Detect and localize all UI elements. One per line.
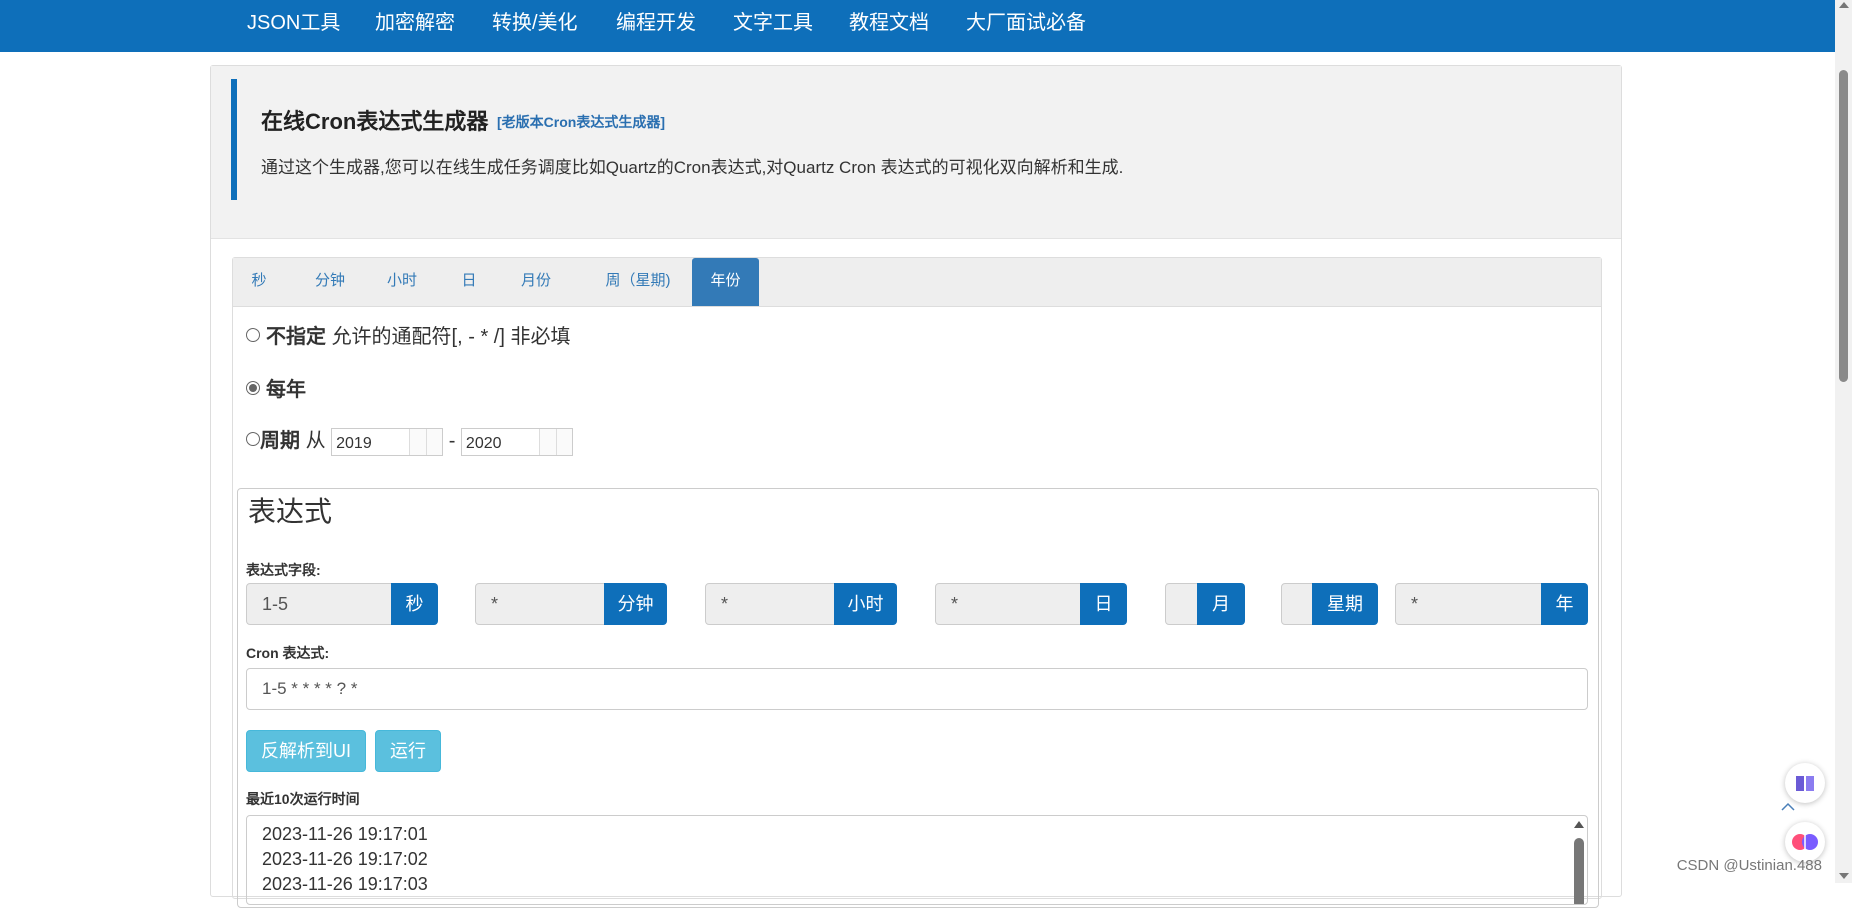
tab-month[interactable]: 月份	[509, 258, 563, 306]
period-from-input[interactable]: 2019	[331, 427, 444, 456]
field-second: 1-5 秒	[246, 583, 438, 625]
old-version-link[interactable]: [老版本Cron表达式生成器]	[497, 112, 665, 132]
recent-runs-label: 最近10次运行时间	[246, 791, 360, 807]
runs-scroll-up-arrow[interactable]	[1574, 821, 1584, 828]
nav-tutorials[interactable]: 教程文档	[849, 0, 929, 48]
runs-scroll-thumb[interactable]	[1574, 838, 1584, 904]
cron-label: Cron 表达式:	[246, 645, 330, 661]
option-unspecified[interactable]: 不指定 允许的通配符[, - * /] 非必填	[246, 320, 570, 349]
parse-to-ui-button[interactable]: 反解析到UI	[246, 730, 366, 772]
unspecified-hint: 允许的通配符[, - * /] 非必填	[331, 326, 571, 348]
field-second-value[interactable]: 1-5	[246, 583, 392, 625]
scroll-up-arrow[interactable]	[1839, 2, 1849, 8]
option-period[interactable]: 周期 从 2019 - 2020	[246, 424, 573, 456]
field-day: * 日	[935, 583, 1127, 625]
field-year: * 年	[1395, 583, 1588, 625]
tab-second[interactable]: 秒	[239, 258, 279, 306]
nav-convert-beautify[interactable]: 转换/美化	[492, 0, 578, 48]
run-item: 2023-11-26 19:17:02	[262, 849, 428, 869]
field-minute: * 分钟	[475, 583, 667, 625]
field-month-unit: 月	[1197, 583, 1245, 625]
tab-day[interactable]: 日	[451, 258, 487, 306]
runs-scrollbar[interactable]	[1570, 816, 1587, 904]
nav-encrypt-decrypt[interactable]: 加密解密	[375, 0, 455, 48]
field-day-unit: 日	[1080, 583, 1127, 625]
period-from-value: 2019	[336, 434, 372, 452]
recent-runs-list[interactable]: 2023-11-26 19:17:01 2023-11-26 19:17:02 …	[246, 815, 1588, 905]
page-title: 在线Cron表达式生成器	[261, 109, 489, 134]
field-year-value[interactable]: *	[1395, 583, 1542, 625]
run-item: 2023-11-26 19:17:01	[262, 824, 428, 844]
field-week: 星期	[1281, 583, 1378, 625]
nav-json-tools[interactable]: JSON工具	[247, 0, 340, 48]
period-to-spinner[interactable]	[538, 428, 572, 455]
field-year-unit: 年	[1541, 583, 1588, 625]
brain-icon[interactable]	[1785, 822, 1825, 862]
field-day-value[interactable]: *	[935, 583, 1081, 625]
run-item: 2023-11-26 19:17:03	[262, 874, 428, 894]
unspecified-radio[interactable]	[246, 327, 260, 342]
run-button[interactable]: 运行	[375, 730, 441, 772]
period-radio[interactable]	[246, 431, 260, 446]
nav-text-tools[interactable]: 文字工具	[733, 0, 813, 48]
every-year-label: 每年	[266, 379, 306, 401]
tab-bar: 秒 分钟 小时 日 月份 周（星期) 年份	[233, 258, 1601, 307]
tab-week[interactable]: 周（星期)	[585, 258, 691, 306]
scroll-down-arrow[interactable]	[1839, 873, 1849, 879]
book-icon[interactable]	[1785, 763, 1825, 803]
nav-interview[interactable]: 大厂面试必备	[966, 0, 1086, 48]
period-to-input[interactable]: 2020	[460, 427, 573, 456]
hero-header: 在线Cron表达式生成器 [老版本Cron表达式生成器] 通过这个生成器,您可以…	[211, 66, 1621, 239]
scroll-thumb[interactable]	[1839, 70, 1848, 382]
hero-accent-bar	[231, 79, 237, 200]
period-label: 周期	[260, 430, 300, 452]
period-from-spinner[interactable]	[409, 428, 443, 455]
field-minute-unit: 分钟	[604, 583, 667, 625]
field-hour-unit: 小时	[834, 583, 897, 625]
option-every-year[interactable]: 每年	[246, 373, 306, 402]
period-to-value: 2020	[465, 434, 502, 452]
every-year-radio[interactable]	[246, 380, 260, 395]
unspecified-label: 不指定	[266, 326, 326, 348]
top-nav: JSON工具 加密解密 转换/美化 编程开发 文字工具 教程文档 大厂面试必备	[0, 0, 1835, 52]
cron-tool-panel: 秒 分钟 小时 日 月份 周（星期) 年份 不指定 允许的通配符[, - * /…	[232, 257, 1602, 908]
tab-year[interactable]: 年份	[692, 258, 759, 306]
scroll-top-icon[interactable]	[1780, 800, 1796, 816]
tab-hour[interactable]: 小时	[375, 258, 429, 306]
field-month: 月	[1165, 583, 1245, 625]
nav-dev-tools[interactable]: 编程开发	[616, 0, 696, 48]
field-hour: * 小时	[705, 583, 897, 625]
period-separator: -	[448, 430, 456, 452]
watermark: CSDN @Ustinian.488	[1676, 857, 1822, 874]
main-panel: 在线Cron表达式生成器 [老版本Cron表达式生成器] 通过这个生成器,您可以…	[210, 65, 1622, 908]
page-scrollbar[interactable]	[1835, 0, 1852, 883]
fields-label: 表达式字段:	[246, 562, 321, 578]
page-description: 通过这个生成器,您可以在线生成任务调度比如Quartz的Cron表达式,对Qua…	[261, 158, 1124, 177]
tab-minute[interactable]: 分钟	[303, 258, 357, 306]
field-week-unit: 星期	[1312, 583, 1378, 625]
field-hour-value[interactable]: *	[705, 583, 835, 625]
field-month-value[interactable]	[1165, 583, 1198, 625]
field-second-unit: 秒	[391, 583, 438, 625]
cron-expression-input[interactable]: 1-5 * * * * ? *	[246, 668, 1588, 710]
field-minute-value[interactable]: *	[475, 583, 605, 625]
period-from-label: 从	[305, 430, 326, 452]
field-week-value[interactable]	[1281, 583, 1313, 625]
expression-legend: 表达式	[246, 490, 335, 530]
